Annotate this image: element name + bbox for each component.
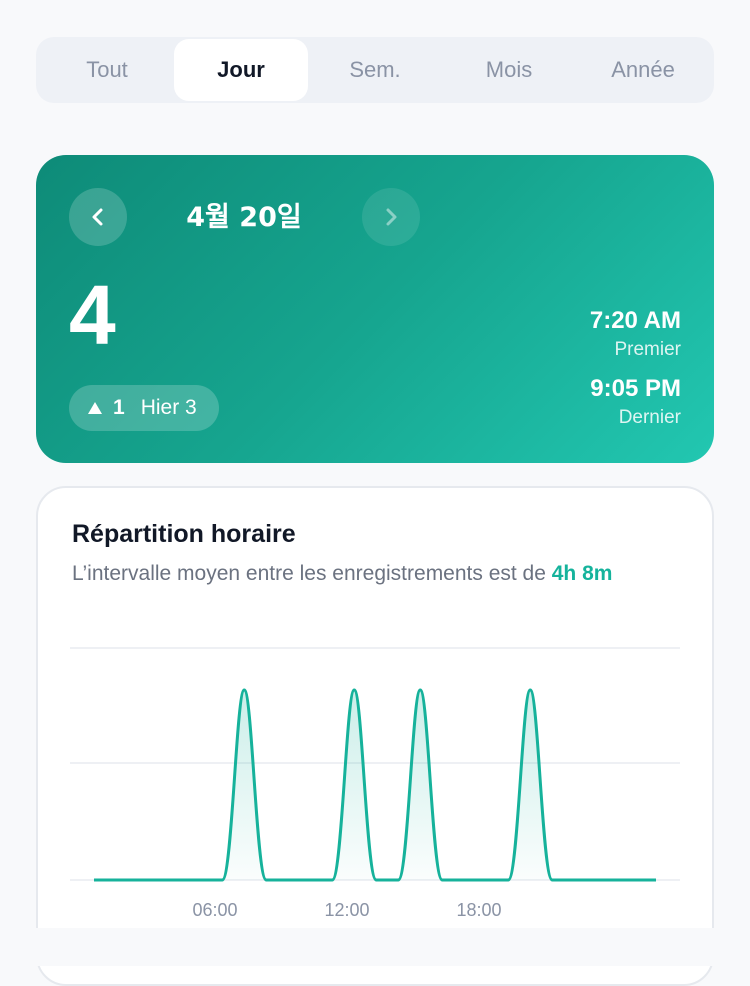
x-tick-label: 12:00 — [324, 900, 369, 920]
x-tick-label: 06:00 — [192, 900, 237, 920]
hourly-chart: 06:00 12:00 18:00 — [70, 647, 680, 920]
viewport-edge — [0, 928, 750, 966]
series-line — [94, 688, 656, 882]
x-tick-label: 18:00 — [456, 900, 501, 920]
